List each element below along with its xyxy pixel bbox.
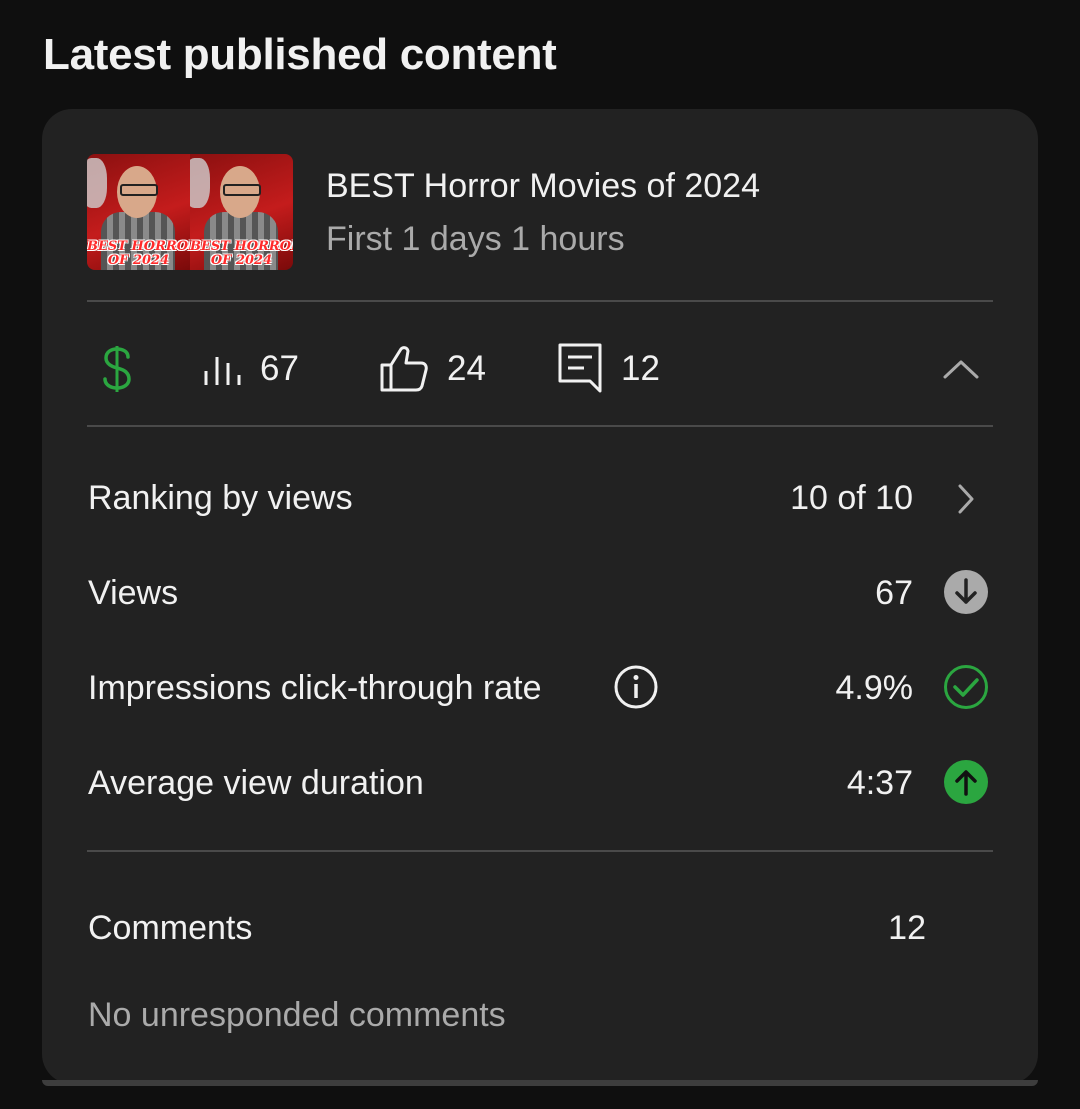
metric-value: 10 of 10	[790, 479, 913, 517]
metric-label: Ranking by views	[88, 479, 353, 517]
comments-label: Comments	[88, 909, 253, 947]
metric-value: 4.9%	[835, 669, 914, 707]
comments-stat[interactable]: 12	[557, 334, 660, 404]
latest-content-page: Latest published content BEST HORROR OF …	[0, 0, 1080, 1109]
bar-chart-icon	[204, 357, 241, 385]
metric-label: Impressions click-through rate	[88, 669, 542, 707]
comments-total: 12	[888, 909, 926, 947]
chevron-up-icon	[943, 360, 979, 379]
check-circle-icon	[944, 665, 988, 709]
arrow-down-icon	[944, 570, 988, 614]
divider	[87, 425, 993, 427]
video-title[interactable]: BEST Horror Movies of 2024	[326, 167, 760, 206]
comments-count: 12	[621, 349, 660, 388]
latest-content-card[interactable]: BEST HORROR OF 2024 BEST HORROR OF 2024 …	[42, 109, 1038, 1084]
section-title: Latest published content	[43, 30, 557, 79]
thumbnail-left: BEST HORROR OF 2024	[87, 154, 190, 270]
arrow-up-icon	[944, 760, 988, 804]
views-count: 67	[260, 349, 299, 388]
revenue-stat[interactable]	[102, 334, 132, 404]
views-stat[interactable]: 67	[202, 334, 299, 404]
metric-label: Average view duration	[88, 764, 424, 802]
divider	[87, 850, 993, 852]
thumbnail-caption-line2: OF 2024	[107, 253, 170, 268]
metric-label: Views	[88, 574, 179, 612]
comments-status: No unresponded comments	[88, 996, 506, 1034]
comment-icon	[558, 343, 602, 393]
thumbs-up-icon	[380, 346, 428, 392]
collapse-button[interactable]	[943, 334, 979, 404]
metric-value: 4:37	[846, 764, 913, 802]
video-time-window: First 1 days 1 hours	[326, 220, 625, 258]
thumbnail-caption-line2: OF 2024	[210, 253, 273, 268]
video-thumbnail[interactable]: BEST HORROR OF 2024 BEST HORROR OF 2024	[87, 154, 293, 270]
divider	[87, 300, 993, 302]
dollar-icon	[103, 346, 131, 392]
stats-row: 67 24 12	[87, 334, 993, 404]
chevron-right-icon[interactable]	[956, 483, 976, 515]
info-icon[interactable]	[613, 664, 659, 710]
thumbnail-right: BEST HORROR OF 2024	[190, 154, 293, 270]
thumbnail-caption-line1: BEST HORROR	[87, 239, 190, 254]
card-bottom-edge	[42, 1080, 1038, 1086]
likes-stat[interactable]: 24	[379, 334, 486, 404]
thumbnail-caption-line1: BEST HORROR	[190, 239, 293, 254]
metric-value: 67	[875, 574, 913, 612]
likes-count: 24	[447, 349, 486, 388]
